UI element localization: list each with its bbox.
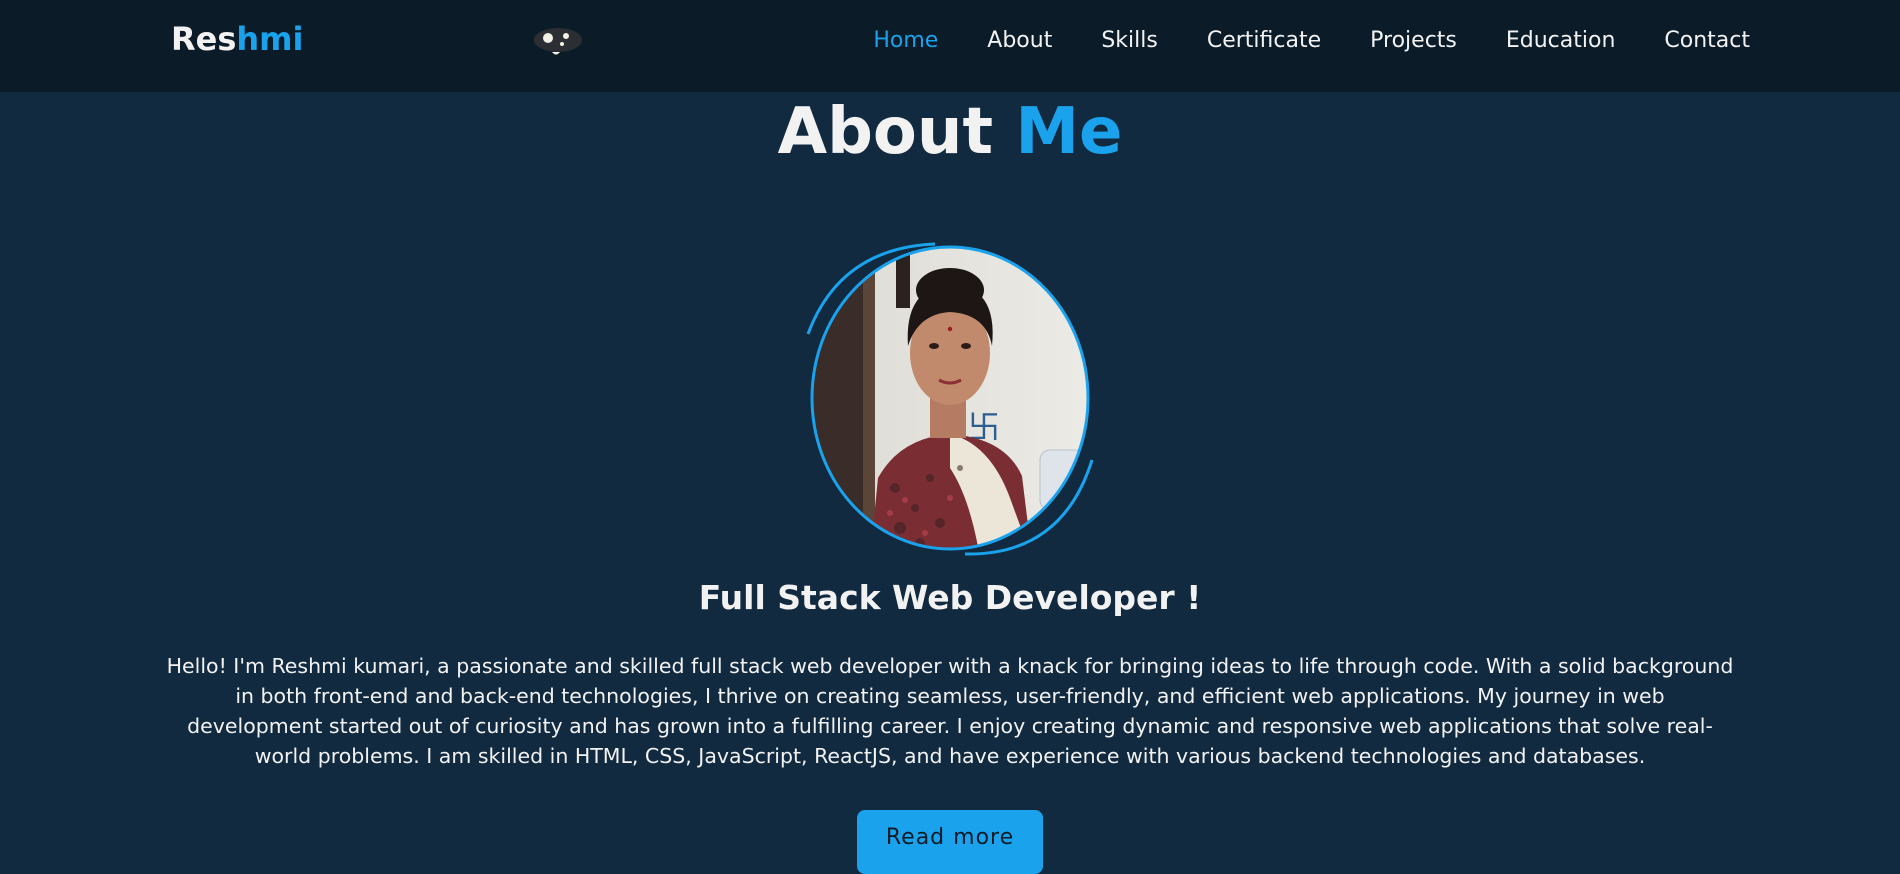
nav-contact[interactable]: Contact xyxy=(1664,28,1750,53)
site-logo[interactable]: Reshmi xyxy=(171,20,303,58)
read-more-button[interactable]: Read more xyxy=(857,810,1043,874)
logo-primary: Res xyxy=(171,20,237,58)
section-title-accent: Me xyxy=(1015,95,1123,169)
logo-accent: hmi xyxy=(236,20,304,58)
profile-photo: 卐 xyxy=(800,238,1100,558)
nav-certificate[interactable]: Certificate xyxy=(1207,28,1321,53)
role-subtitle: Full Stack Web Developer ! xyxy=(698,578,1202,617)
section-title-primary: About xyxy=(777,95,994,169)
nav-home[interactable]: Home xyxy=(873,28,938,53)
nav-projects[interactable]: Projects xyxy=(1370,28,1457,53)
robot-mascot-icon xyxy=(532,26,584,60)
section-title: About Me xyxy=(0,92,1900,172)
main-nav: Home About Skills Certificate Projects E… xyxy=(824,28,1750,53)
navbar: Reshmi Home About Skills Certificate Pro… xyxy=(0,0,1900,92)
nav-about[interactable]: About xyxy=(987,28,1052,53)
about-bio: Hello! I'm Reshmi kumari, a passionate a… xyxy=(166,654,1734,768)
nav-skills[interactable]: Skills xyxy=(1101,28,1158,53)
nav-education[interactable]: Education xyxy=(1506,28,1616,53)
